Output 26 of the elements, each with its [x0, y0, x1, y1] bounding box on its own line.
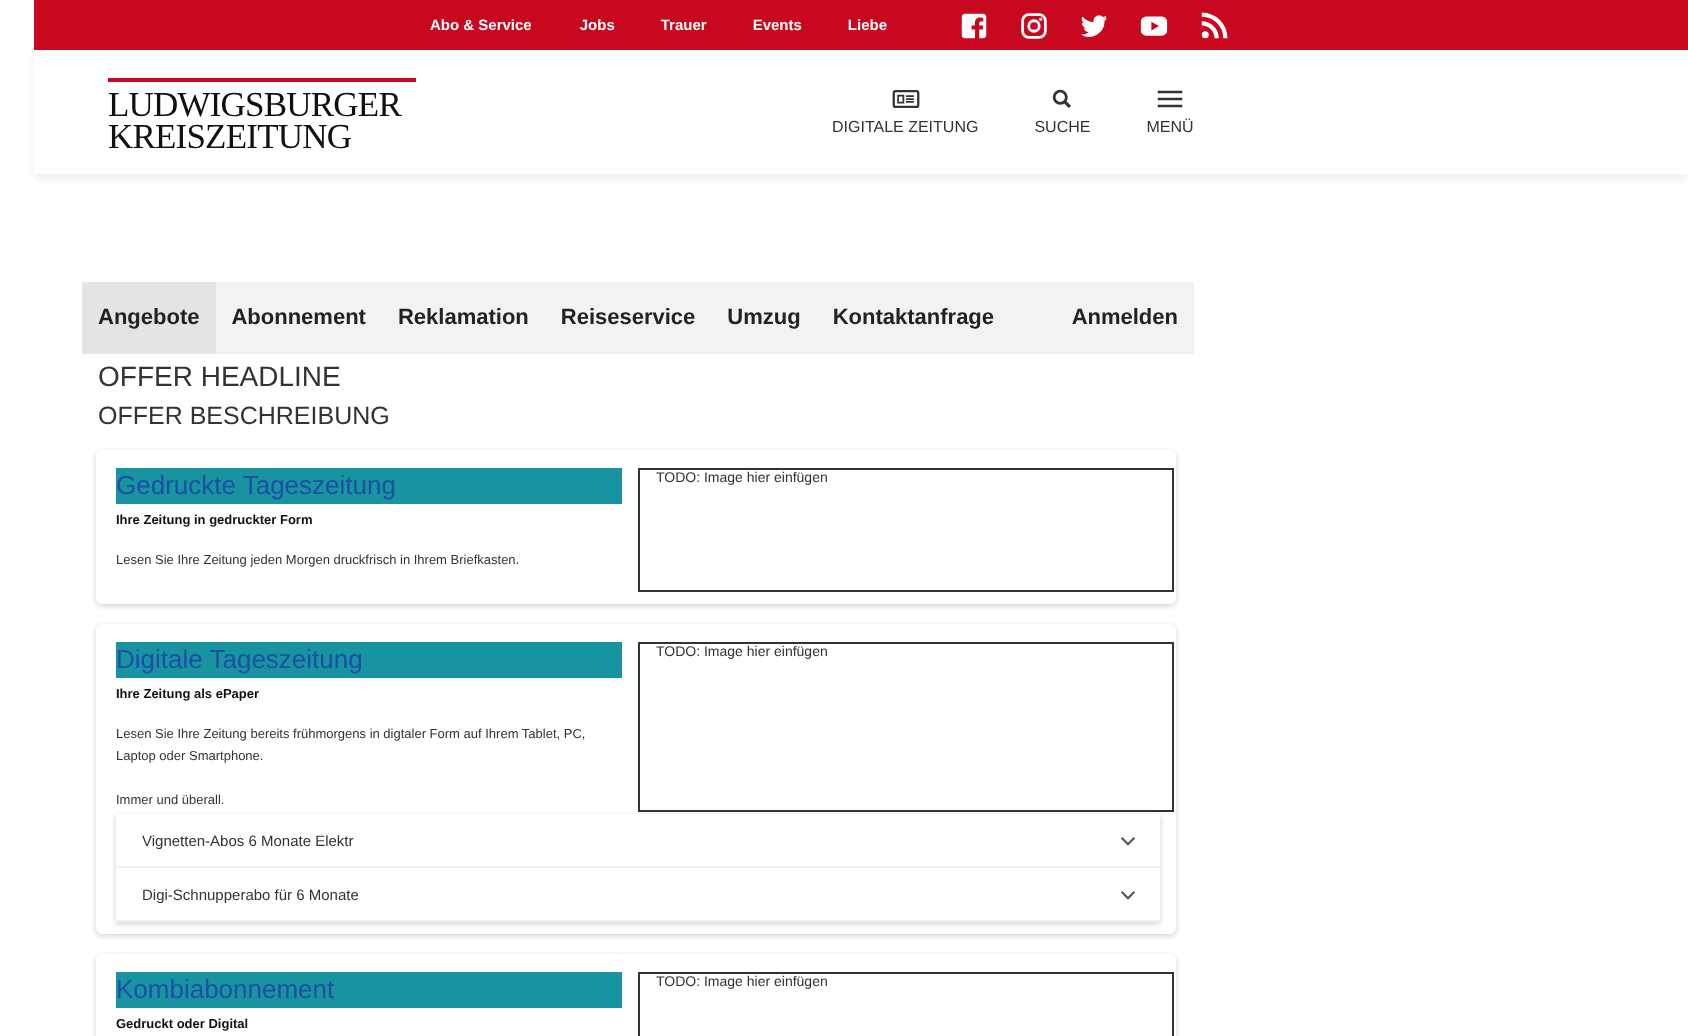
nav-tab[interactable]: Umzug	[711, 282, 817, 354]
search-icon	[1048, 88, 1077, 110]
rss-icon[interactable]	[1199, 11, 1228, 39]
chevron-icon	[1120, 889, 1136, 899]
chevron-icon	[1120, 835, 1136, 845]
menu-icon	[1156, 88, 1184, 110]
offer-headline: OFFER HEADLINE	[98, 360, 343, 392]
bird-icon[interactable]	[1079, 11, 1108, 39]
instagram-icon[interactable]	[1019, 11, 1048, 39]
nav-tab[interactable]: Abonnement	[215, 282, 382, 354]
offer-title: Gedruckte Tageszeitung	[116, 468, 622, 504]
offer-description: OFFER BESCHREIBUNG	[98, 402, 392, 430]
play-icon[interactable]	[1139, 11, 1168, 39]
header-action[interactable]: MENÜ	[1146, 88, 1194, 136]
header-action[interactable]: SUCHE	[1034, 88, 1091, 136]
facebook-icon[interactable]	[959, 11, 988, 39]
offer-title: Kombiabonnement	[116, 972, 622, 1008]
nav-tab[interactable]: Reklamation	[381, 282, 545, 354]
nav-tab[interactable]: Kontaktanfrage	[816, 282, 1011, 354]
nav-tab[interactable]: Angebote	[82, 282, 216, 354]
newspaper-logo[interactable]: LUDWIGSBURGER KREISZEITUNG	[108, 77, 416, 151]
offer-title: Digitale Tageszeitung	[116, 642, 622, 678]
newspaper-icon	[891, 88, 920, 110]
header-action[interactable]: DIGITALE ZEITUNG	[832, 88, 979, 136]
login-link[interactable]: Anmelden	[1055, 282, 1194, 354]
nav-tab[interactable]: Reiseservice	[544, 282, 712, 354]
